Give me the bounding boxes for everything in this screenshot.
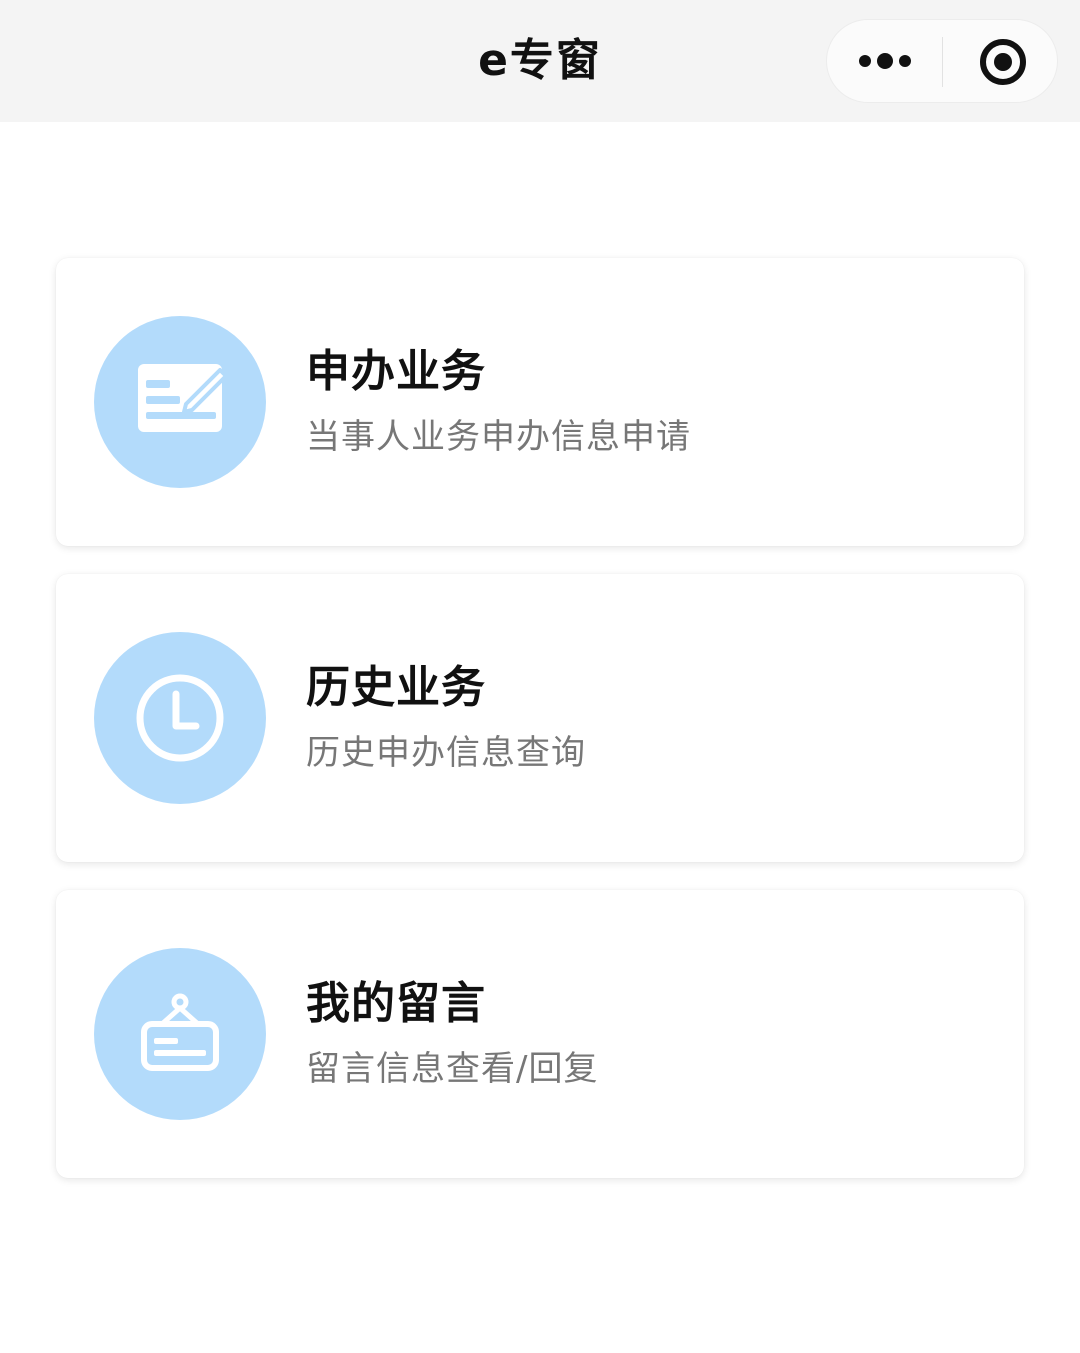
clock-icon [94, 632, 266, 804]
close-button[interactable] [943, 20, 1058, 104]
card-subtitle: 当事人业务申办信息申请 [306, 417, 691, 457]
card-title: 我的留言 [306, 978, 486, 1029]
card-title: 申办业务 [306, 346, 486, 397]
card-subtitle: 历史申办信息查询 [306, 733, 586, 773]
form-edit-icon [94, 316, 266, 488]
hanging-sign-icon [94, 948, 266, 1120]
top-nav-bar: e专窗 [0, 0, 1080, 122]
card-title: 历史业务 [306, 662, 486, 713]
card-my-messages[interactable]: 我的留言 留言信息查看/回复 [56, 890, 1024, 1178]
more-button[interactable] [827, 20, 942, 104]
card-subtitle: 留言信息查看/回复 [306, 1049, 599, 1089]
card-history-business[interactable]: 历史业务 历史申办信息查询 [56, 574, 1024, 862]
card-apply-business[interactable]: 申办业务 当事人业务申办信息申请 [56, 258, 1024, 546]
mini-program-capsule [826, 19, 1058, 103]
